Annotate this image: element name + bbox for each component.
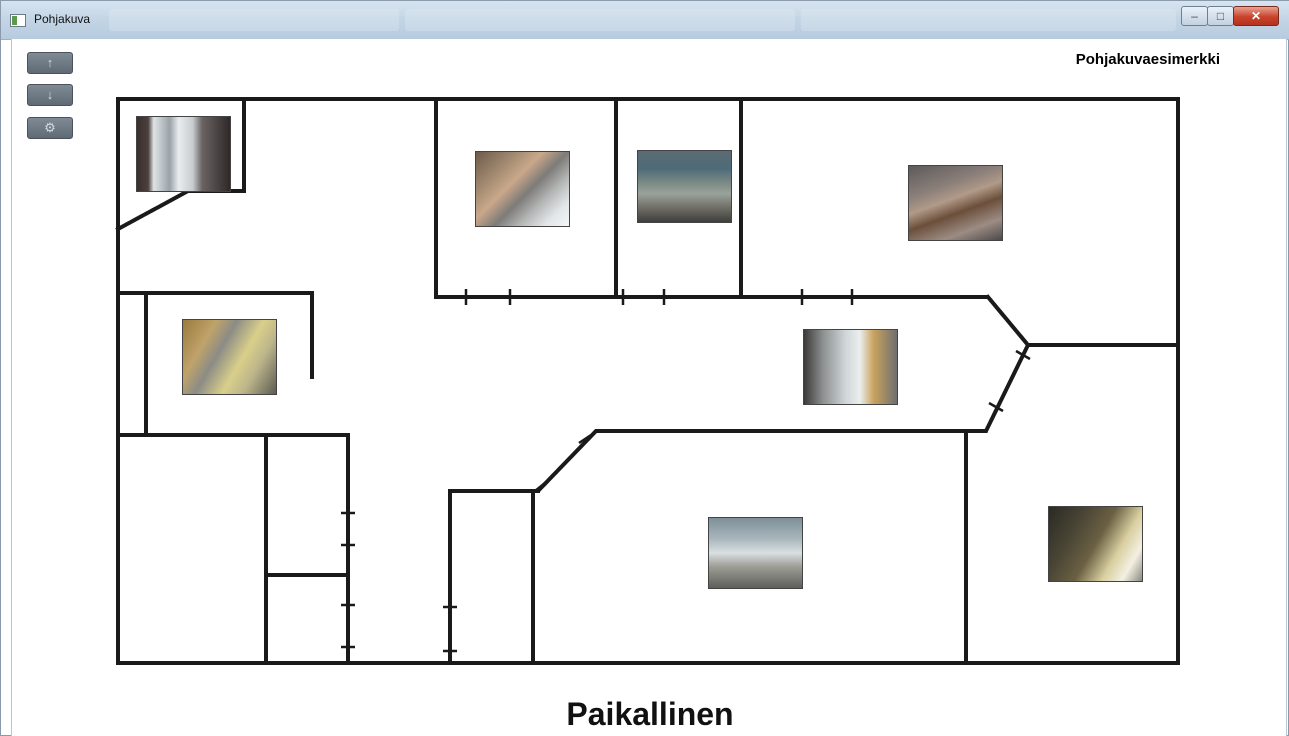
camera-storage[interactable] <box>1048 506 1143 582</box>
footer-label: Paikallinen <box>566 696 734 732</box>
minimize-button[interactable]: – <box>1181 6 1208 26</box>
wall <box>115 188 191 232</box>
maximize-button[interactable]: □ <box>1207 6 1234 26</box>
title-bar[interactable]: Pohjakuva – □ ✕ <box>1 1 1289 40</box>
camera-corridor[interactable] <box>803 329 898 405</box>
camera-stairs[interactable] <box>475 151 570 227</box>
window-title: Pohjakuva <box>34 12 91 26</box>
camera-entrance[interactable] <box>136 116 231 192</box>
app-icon <box>10 14 26 27</box>
lab-wall <box>531 429 672 665</box>
camera-meeting[interactable] <box>908 165 1003 241</box>
map-view[interactable]: ↑ ↓ ⚙ Pohjakuvaesimerkki Paikallinen <box>11 39 1287 736</box>
app-window: Pohjakuva – □ ✕ ↑ ↓ ⚙ Pohjakuvaesimerkki <box>0 0 1289 736</box>
camera-lab[interactable] <box>708 517 803 589</box>
close-button[interactable]: ✕ <box>1233 6 1279 26</box>
camera-kitchen[interactable] <box>182 319 277 395</box>
camera-office[interactable] <box>637 150 732 223</box>
